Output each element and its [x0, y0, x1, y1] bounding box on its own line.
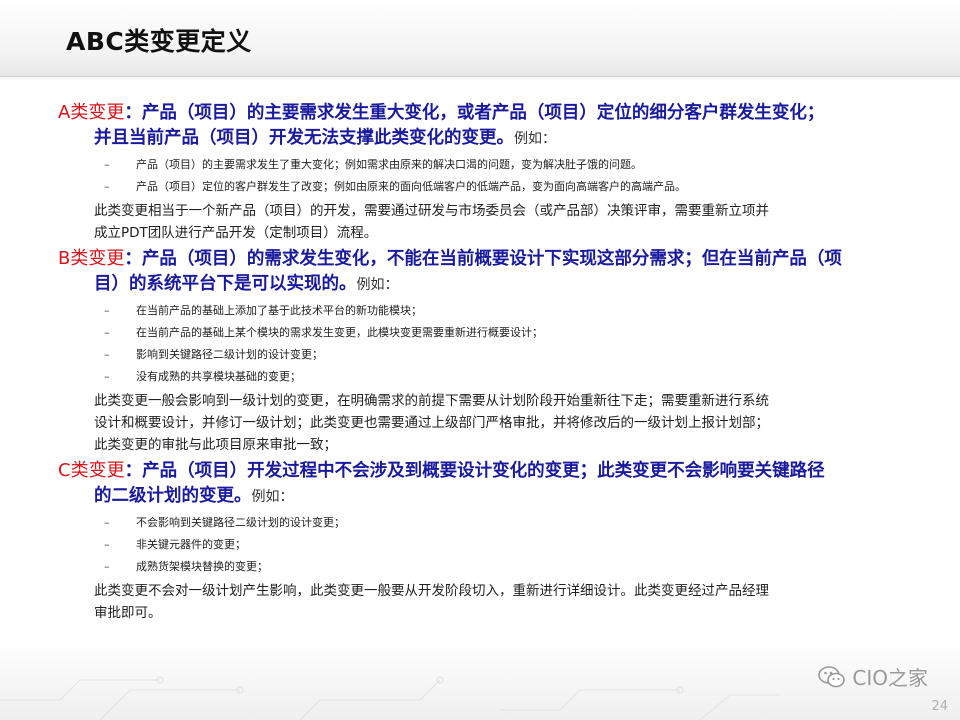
list-item: – 不会影响到关键路径二级计划的设计变更；: [104, 512, 908, 534]
bullet-dash: –: [104, 560, 110, 573]
section-c-bullets: – 不会影响到关键路径二级计划的设计变更； – 非关键元器件的变更； – 成熟货架模块…: [58, 512, 908, 578]
section-b-paragraph: 此类变更一般会影响到一级计划的变更，在明确需求的前提下需要从计划阶段开始重新往下…: [94, 393, 769, 453]
bullet-dash: –: [104, 538, 110, 551]
bullet-dash: –: [104, 304, 110, 317]
content-area: A类变更：产品（项目）的主要需求发生重大变化，或者产品（项目）定位的细分客户群发…: [58, 100, 908, 626]
section-b-heading-cont: 目）的系统平台下是可以实现的。: [94, 274, 357, 294]
section-b-heading-main: ：产品（项目）的需求发生变化，不能在当前概要设计下实现这部分需求；但在当前产品（…: [124, 249, 842, 269]
list-item: – 产品（项目）定位的客户群发生了改变；例如由原来的面向低端客户的低端产品，变为面…: [104, 176, 908, 198]
section-c-paragraph: 此类变更不会对一级计划产生影响，此类变更一般要从开发阶段切入，重新进行详细设计。…: [94, 583, 769, 621]
section-c-heading-cont: 的二级计划的变更。: [94, 486, 252, 506]
section-b-heading: B类变更：产品（项目）的需求发生变化，不能在当前概要设计下实现这部分需求；但在当…: [58, 246, 908, 298]
section-b: B类变更：产品（项目）的需求发生变化，不能在当前概要设计下实现这部分需求；但在当…: [58, 246, 908, 456]
section-b-bullets: – 在当前产品的基础上添加了基于此技术平台的新功能模块； – 在当前产品的基础上某个…: [58, 300, 908, 388]
section-c-example-label: 例如：: [251, 489, 294, 505]
section-a-tag: A类变更: [58, 102, 125, 123]
list-item: – 成熟货架模块替换的变更；: [104, 556, 908, 578]
list-item: – 在当前产品的基础上添加了基于此技术平台的新功能模块；: [104, 300, 908, 322]
section-c: C类变更：产品（项目）开发过程中不会涉及到概要设计变化的变更；此类变更不会影响要…: [58, 458, 908, 624]
section-a-paragraph: 此类变更相当于一个新产品（项目）的开发，需要通过研发与市场委员会（或产品部）决策…: [94, 203, 769, 241]
section-b-example-label: 例如：: [356, 277, 399, 293]
watermark: CIO之家: [818, 662, 928, 691]
page-number: 24: [931, 699, 948, 714]
bullet-dash: –: [104, 370, 110, 383]
section-a-example-label: 例如：: [514, 131, 556, 147]
section-c-heading-main: ：产品（项目）开发过程中不会涉及到概要设计变化的变更；此类变更不会影响要关键路径: [124, 461, 825, 481]
list-item: – 产品（项目）的主要需求发生了重大变化；例如需求由原来的解决口渴的问题，变为解决…: [104, 154, 908, 176]
bullet-dash: –: [104, 348, 110, 361]
list-item: – 影响到关键路径二级计划的设计变更；: [104, 344, 908, 366]
section-a-heading-cont: 并且当前产品（项目）开发无法支撑此类变化的变更。: [94, 128, 514, 148]
list-item: – 没有成熟的共享模块基础的变更；: [104, 366, 908, 388]
section-c-heading: C类变更：产品（项目）开发过程中不会涉及到概要设计变化的变更；此类变更不会影响要…: [58, 458, 908, 510]
section-a: A类变更：产品（项目）的主要需求发生重大变化，或者产品（项目）定位的细分客户群发…: [58, 100, 908, 244]
bullet-dash: –: [104, 158, 110, 171]
bottom-decoration: [0, 640, 960, 720]
watermark-text: CIO之家: [852, 666, 928, 690]
list-item: – 在当前产品的基础上某个模块的需求发生变更，此模块变更需要重新进行概要设计；: [104, 322, 908, 344]
slide-title: ABC类变更定义: [66, 27, 252, 56]
bullet-dash: –: [104, 516, 110, 529]
list-item: – 非关键元器件的变更；: [104, 534, 908, 556]
section-a-bullets: – 产品（项目）的主要需求发生了重大变化；例如需求由原来的解决口渴的问题，变为解决…: [58, 154, 908, 198]
section-a-heading: A类变更：产品（项目）的主要需求发生重大变化，或者产品（项目）定位的细分客户群发…: [58, 100, 908, 152]
bullet-dash: –: [104, 326, 110, 339]
header-band: ABC类变更定义: [0, 0, 960, 80]
circuit-pattern: [0, 676, 780, 720]
wechat-icon: [818, 665, 846, 687]
section-b-tag: B类变更: [58, 248, 125, 269]
section-a-heading-main: ：产品（项目）的主要需求发生重大变化，或者产品（项目）定位的细分客户群发生变化；: [124, 103, 825, 123]
bullet-dash: –: [104, 180, 110, 193]
section-c-tag: C类变更: [58, 460, 125, 481]
